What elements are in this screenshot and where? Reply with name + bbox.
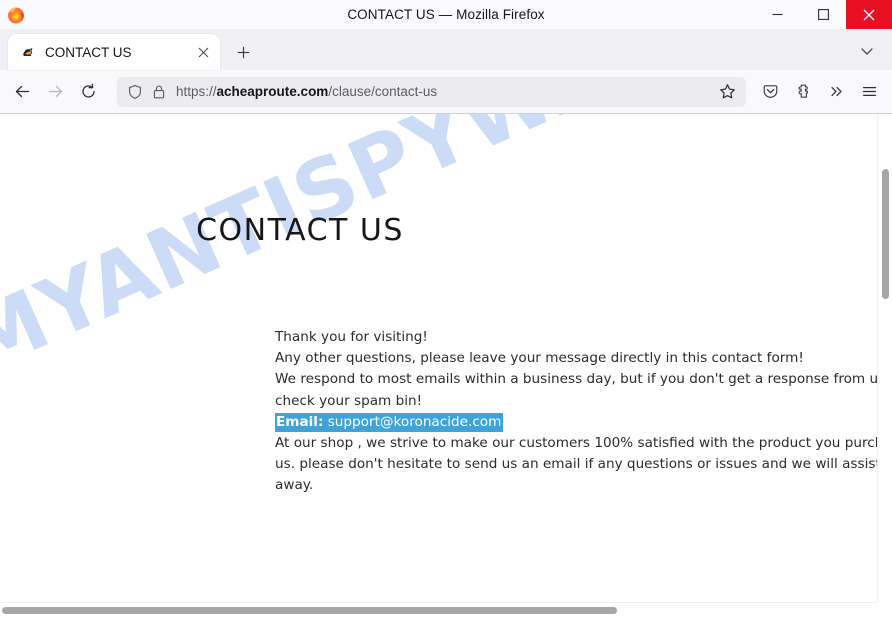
page-title: CONTACT US bbox=[196, 213, 404, 248]
back-button[interactable] bbox=[6, 75, 39, 108]
reload-button[interactable] bbox=[72, 75, 105, 108]
url-bar[interactable]: https://acheaproute.com/clause/contact-u… bbox=[117, 76, 746, 107]
overflow-chevrons-icon[interactable] bbox=[820, 75, 853, 108]
intro-line-3: We respond to most emails within a busin… bbox=[275, 371, 892, 409]
forward-button[interactable] bbox=[39, 75, 72, 108]
tab-strip: CONTACT US bbox=[0, 29, 892, 70]
tab-close-icon[interactable] bbox=[192, 41, 214, 63]
horizontal-scrollbar[interactable] bbox=[0, 602, 892, 617]
email-line: Email: support@koronacide.com bbox=[275, 412, 892, 433]
close-button[interactable] bbox=[846, 0, 892, 29]
page-content: CONTACT US Thank you for visiting! Any o… bbox=[0, 114, 892, 617]
intro-text-block: Thank you for visiting! Any other questi… bbox=[275, 327, 892, 497]
browser-window: CONTACT US — Mozilla Firefox CONTACT US … bbox=[0, 0, 892, 617]
tab-title: CONTACT US bbox=[45, 44, 132, 60]
new-tab-button[interactable] bbox=[228, 37, 258, 67]
maximize-button[interactable] bbox=[800, 0, 846, 29]
bookmark-star-icon[interactable] bbox=[714, 79, 740, 105]
tab-contact-us[interactable]: CONTACT US bbox=[8, 34, 220, 70]
app-menu-hamburger-icon[interactable] bbox=[853, 75, 886, 108]
minimize-button[interactable] bbox=[754, 0, 800, 29]
email-address: support@koronacide.com bbox=[327, 413, 502, 430]
horizontal-scrollbar-thumb[interactable] bbox=[2, 607, 617, 614]
extensions-puzzle-icon[interactable] bbox=[787, 75, 820, 108]
lock-icon[interactable] bbox=[152, 84, 166, 100]
navigation-toolbar: https://acheaproute.com/clause/contact-u… bbox=[0, 70, 892, 114]
window-controls bbox=[754, 0, 892, 29]
shield-icon[interactable] bbox=[127, 84, 143, 100]
url-text[interactable]: https://acheaproute.com/clause/contact-u… bbox=[176, 84, 714, 99]
closing-paragraph: At our shop , we strive to make our cust… bbox=[275, 435, 892, 494]
list-all-tabs-chevron-down-icon[interactable] bbox=[852, 36, 882, 66]
email-label: Email: bbox=[276, 413, 324, 430]
vertical-scrollbar-thumb[interactable] bbox=[882, 169, 889, 299]
vertical-scrollbar[interactable] bbox=[877, 114, 892, 617]
scrollbar-corner bbox=[877, 602, 892, 617]
title-bar: CONTACT US — Mozilla Firefox bbox=[0, 0, 892, 29]
intro-line-2: Any other questions, please leave your m… bbox=[275, 350, 804, 367]
intro-line-1: Thank you for visiting! bbox=[275, 329, 428, 345]
pocket-icon[interactable] bbox=[754, 75, 787, 108]
firefox-logo-icon bbox=[6, 5, 26, 25]
toolbar-right-actions bbox=[754, 75, 886, 108]
page-viewport: MYANTISPYWARE.COM CONTACT US Thank you f… bbox=[0, 114, 892, 617]
site-favicon-icon bbox=[20, 44, 36, 60]
